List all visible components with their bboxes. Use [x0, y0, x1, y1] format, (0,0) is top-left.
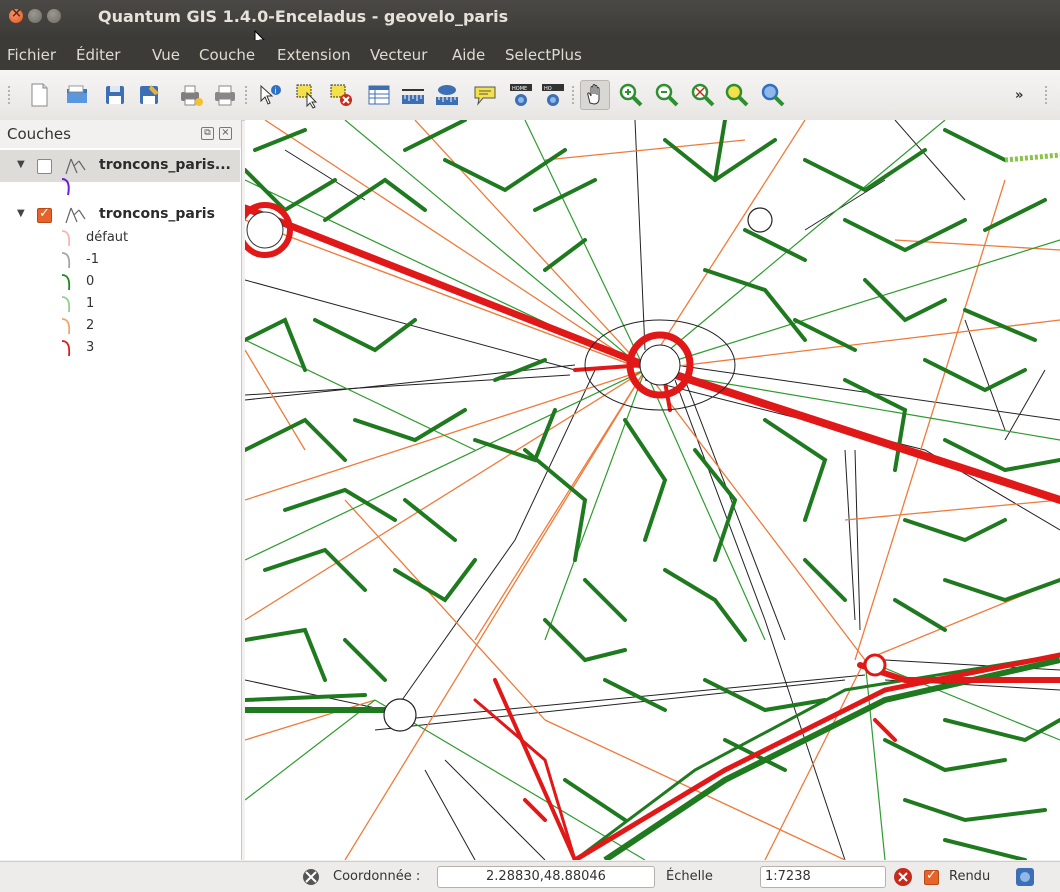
layers-panel-header: Couches ⧉ × [0, 120, 241, 148]
menu-editer[interactable]: Éditer [76, 46, 120, 64]
print-composer-icon[interactable] [176, 80, 206, 110]
select-features-icon[interactable] [292, 80, 322, 110]
menu-aide[interactable]: Aide [452, 46, 485, 64]
layer-name: troncons_paris... [99, 157, 231, 173]
menu-vecteur[interactable]: Vecteur [370, 46, 427, 64]
layer-name: troncons_paris [99, 206, 215, 222]
menu-couche[interactable]: Couche [199, 46, 255, 64]
save-as-icon[interactable] [134, 80, 164, 110]
toolbar-more-button[interactable]: » [1015, 88, 1023, 103]
deselect-features-icon[interactable] [326, 80, 356, 110]
identify-icon[interactable]: i [254, 80, 284, 110]
zoom-home-icon[interactable]: HOME [506, 80, 536, 110]
map-tips-icon[interactable] [470, 80, 500, 110]
layer-visibility-checkbox[interactable] [37, 159, 52, 174]
save-project-icon[interactable] [100, 80, 130, 110]
menu-vue[interactable]: Vue [152, 46, 180, 64]
window-maximize-button[interactable] [47, 9, 61, 23]
scale-combobox[interactable]: 1:7238 [760, 866, 886, 888]
render-label: Rendu [949, 869, 991, 884]
layer-row[interactable]: ▼ troncons_paris [0, 200, 240, 230]
map-canvas[interactable] [245, 120, 1060, 860]
legend-label: 0 [86, 274, 95, 289]
panel-float-button[interactable]: ⧉ [201, 127, 214, 140]
zoom-in-icon[interactable] [616, 80, 646, 110]
main-toolbar: i HOME HO » [0, 70, 1060, 121]
map-rendering[interactable] [245, 120, 1060, 860]
window-minimize-button[interactable] [28, 9, 42, 23]
coordinate-capture-icon[interactable] [300, 866, 322, 888]
print-icon[interactable] [210, 80, 240, 110]
line-layer-icon [65, 158, 86, 175]
legend-symbol-icon [61, 230, 71, 247]
scale-label: Échelle [666, 869, 713, 884]
expand-arrow-icon[interactable]: ▼ [17, 208, 25, 219]
legend-symbol-icon [61, 340, 71, 357]
coordinate-label: Coordonnée : [333, 869, 421, 884]
zoom-full-icon[interactable]: HO [538, 80, 568, 110]
svg-text:HO: HO [544, 86, 552, 92]
legend-symbol-icon [61, 274, 71, 291]
stop-render-icon[interactable] [893, 867, 913, 887]
legend-label: -1 [86, 252, 99, 267]
menu-selectplus[interactable]: SelectPlus [505, 46, 582, 64]
measure-area-icon[interactable] [432, 80, 462, 110]
legend-symbol-icon [61, 296, 71, 313]
window-close-button[interactable] [9, 6, 23, 23]
title-bar: Quantum GIS 1.4.0-Enceladus - geovelo_pa… [0, 0, 1060, 48]
layers-panel-title: Couches [7, 125, 71, 143]
zoom-layer-icon[interactable] [722, 80, 752, 110]
layer-visibility-checkbox[interactable] [37, 206, 52, 223]
zoom-last-icon[interactable] [758, 80, 788, 110]
attribute-table-icon[interactable] [364, 80, 394, 110]
panel-close-button[interactable]: × [219, 127, 232, 140]
projection-icon[interactable] [1015, 867, 1035, 887]
render-checkbox[interactable] [924, 868, 939, 885]
legend-label: 3 [86, 340, 95, 355]
zoom-selection-icon[interactable] [688, 80, 718, 110]
window-title: Quantum GIS 1.4.0-Enceladus - geovelo_pa… [98, 7, 509, 26]
pan-icon[interactable] [580, 80, 610, 110]
legend-label: défaut [86, 230, 129, 245]
legend-symbol-icon [61, 318, 71, 335]
layer-row[interactable]: ▼ troncons_paris... [0, 150, 240, 182]
svg-text:i: i [275, 87, 277, 96]
layers-panel: Couches ⧉ × ▼ troncons_paris... ▼ tronco… [0, 120, 242, 860]
open-project-icon[interactable] [62, 80, 92, 110]
status-bar: Coordonnée : 2.28830,48.88046 Échelle 1:… [0, 861, 1060, 892]
menu-extension[interactable]: Extension [277, 46, 351, 64]
line-layer-icon [65, 207, 86, 224]
legend-label: 1 [86, 296, 95, 311]
coordinate-field[interactable]: 2.28830,48.88046 [437, 866, 655, 888]
expand-arrow-icon[interactable]: ▼ [17, 159, 25, 170]
layer-symbol-icon [61, 178, 70, 196]
zoom-out-icon[interactable] [652, 80, 682, 110]
legend-symbol-icon [61, 252, 71, 269]
new-project-icon[interactable] [24, 80, 54, 110]
menu-bar: Fichier Éditer Vue Couche Extension Vect… [0, 40, 1060, 70]
measure-line-icon[interactable] [398, 80, 428, 110]
legend-label: 2 [86, 318, 95, 333]
svg-text:HOME: HOME [512, 86, 527, 92]
menu-fichier[interactable]: Fichier [7, 46, 56, 64]
